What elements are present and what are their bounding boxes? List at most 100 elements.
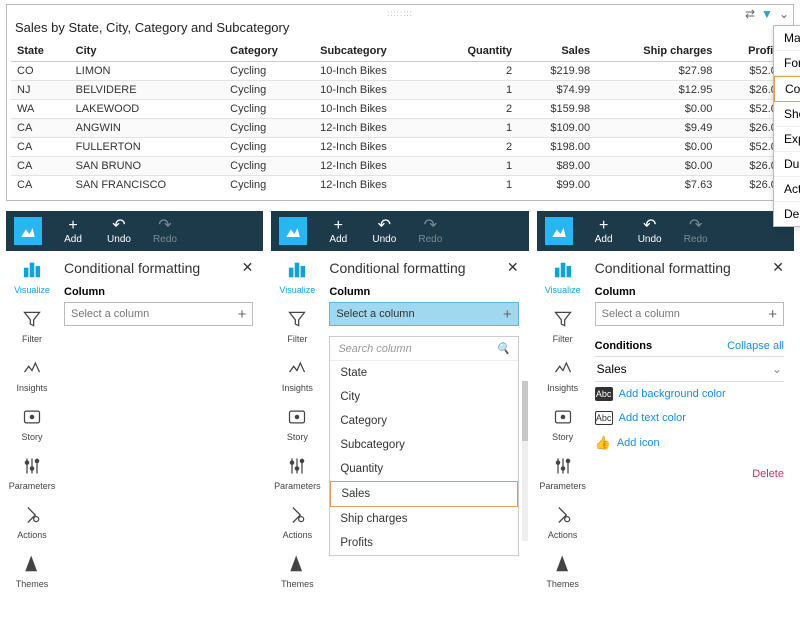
context-menu-item[interactable]: Export to CSV xyxy=(774,127,800,152)
search-input[interactable]: Search column🔍 xyxy=(330,337,517,361)
dropdown-option[interactable]: Ship charges xyxy=(330,507,517,531)
sidebar-item-parameters[interactable]: Parameters xyxy=(6,453,58,494)
add-button[interactable]: +Add xyxy=(581,211,627,251)
app-toolbar: +Add ↶Undo ↷Redo xyxy=(6,211,263,251)
context-menu-item[interactable]: Duplicate visual xyxy=(774,152,800,177)
app-toolbar: +Add ↶Undo ↷Redo xyxy=(271,211,528,251)
app-logo[interactable] xyxy=(14,217,42,245)
add-background-color[interactable]: AbcAdd background color xyxy=(595,382,784,406)
parameters-icon xyxy=(22,456,42,479)
sidebar-item-insights[interactable]: Insights xyxy=(6,355,58,396)
filter-icon[interactable]: ▼ xyxy=(761,7,773,21)
sidebar-item-filter[interactable]: Filter xyxy=(6,306,58,347)
add-button[interactable]: +Add xyxy=(315,211,361,251)
sidebar-item-themes[interactable]: Themes xyxy=(6,551,58,592)
collapse-all-link[interactable]: Collapse all xyxy=(727,340,784,352)
context-menu-item[interactable]: Show totals xyxy=(774,102,800,127)
scrollbar[interactable] xyxy=(522,381,528,541)
story-icon xyxy=(22,407,42,430)
sidebar-item-story[interactable]: Story xyxy=(537,404,589,445)
panel-main: Conditional formatting✕ Column Select a … xyxy=(323,251,528,592)
add-button[interactable]: +Add xyxy=(50,211,96,251)
sidebar-item-actions[interactable]: Actions xyxy=(537,502,589,543)
table-row[interactable]: COLIMONCycling10-Inch Bikes2$219.98$27.9… xyxy=(11,62,789,81)
more-menu-icon[interactable]: ⌄ xyxy=(779,7,789,21)
context-menu-item[interactable]: Conditional formatting xyxy=(774,76,800,102)
column-header[interactable]: Quantity xyxy=(433,41,518,62)
app-logo[interactable] xyxy=(545,217,573,245)
insights-icon xyxy=(287,358,307,381)
plus-icon: + xyxy=(334,218,343,234)
close-icon[interactable]: ✕ xyxy=(772,259,784,276)
redo-button[interactable]: ↷Redo xyxy=(407,211,453,251)
undo-button[interactable]: ↶Undo xyxy=(361,211,407,251)
sidebar-item-visualize[interactable]: Visualize xyxy=(271,257,323,298)
column-select[interactable]: Select a column+ xyxy=(595,302,784,326)
table-row[interactable]: CASAN BRUNOCycling12-Inch Bikes1$89.00$0… xyxy=(11,157,789,176)
sidebar-item-filter[interactable]: Filter xyxy=(537,306,589,347)
dropdown-option[interactable]: Profits xyxy=(330,531,517,555)
dropdown-option[interactable]: City xyxy=(330,385,517,409)
column-header[interactable]: Sales xyxy=(518,41,596,62)
column-header[interactable]: City xyxy=(70,41,224,62)
context-menu-item[interactable]: Format visual xyxy=(774,51,800,76)
sidebar-item-themes[interactable]: Themes xyxy=(271,551,323,592)
undo-button[interactable]: ↶Undo xyxy=(96,211,142,251)
undo-button[interactable]: ↶Undo xyxy=(627,211,673,251)
sidebar-item-parameters[interactable]: Parameters xyxy=(271,453,323,494)
close-icon[interactable]: ✕ xyxy=(507,259,519,276)
table-row[interactable]: CASAN FRANCISCOCycling12-Inch Bikes1$99.… xyxy=(11,176,789,195)
dropdown-option[interactable]: Category xyxy=(330,409,517,433)
cf-panel: +Add ↶Undo ↷Redo Visualize Filter Insigh… xyxy=(271,211,528,592)
app-logo[interactable] xyxy=(279,217,307,245)
column-select[interactable]: Select a column+ xyxy=(329,302,518,326)
parameters-icon xyxy=(553,456,573,479)
table-row[interactable]: CAANGWINCycling12-Inch Bikes1$109.00$9.4… xyxy=(11,119,789,138)
swap-icon[interactable]: ⇄ xyxy=(745,7,755,21)
conditions-label: Conditions xyxy=(595,340,652,352)
context-menu-item[interactable]: Maximize xyxy=(774,26,800,51)
sidebar-item-actions[interactable]: Actions xyxy=(6,502,58,543)
panel-main: Conditional formatting✕ Column Select a … xyxy=(589,251,794,592)
sidebar-item-insights[interactable]: Insights xyxy=(537,355,589,396)
sidebar-item-parameters[interactable]: Parameters xyxy=(537,453,589,494)
sidebar-item-story[interactable]: Story xyxy=(271,404,323,445)
dropdown-option[interactable]: State xyxy=(330,361,517,385)
sidebar-item-actions[interactable]: Actions xyxy=(271,502,323,543)
table-row[interactable]: CAFULLERTONCycling12-Inch Bikes2$198.00$… xyxy=(11,138,789,157)
panel-main: Conditional formatting✕ Column Select a … xyxy=(58,251,263,592)
column-header[interactable]: Category xyxy=(224,41,314,62)
chevron-down-icon: ⌄ xyxy=(772,362,782,376)
add-text-color[interactable]: AbcAdd text color xyxy=(595,406,784,430)
table-row[interactable]: WALAKEWOODCycling10-Inch Bikes2$159.98$0… xyxy=(11,100,789,119)
redo-button[interactable]: ↷Redo xyxy=(673,211,719,251)
context-menu-item[interactable]: Delete xyxy=(774,202,800,226)
dropdown-option[interactable]: Quantity xyxy=(330,457,517,481)
sidebar-item-visualize[interactable]: Visualize xyxy=(537,257,589,298)
context-menu-item[interactable]: Actions xyxy=(774,177,800,202)
sidebar-item-story[interactable]: Story xyxy=(6,404,58,445)
dropdown-option[interactable]: Sales xyxy=(330,481,517,507)
column-select[interactable]: Select a column+ xyxy=(64,302,253,326)
sidebar: Visualize Filter Insights Story Paramete… xyxy=(537,251,589,592)
close-icon[interactable]: ✕ xyxy=(242,259,254,276)
sidebar-item-filter[interactable]: Filter xyxy=(271,306,323,347)
sidebar-item-visualize[interactable]: Visualize xyxy=(6,257,58,298)
sidebar-item-insights[interactable]: Insights xyxy=(271,355,323,396)
column-header[interactable]: Subcategory xyxy=(314,41,433,62)
panel-title: Conditional formatting xyxy=(329,260,465,276)
column-header[interactable]: State xyxy=(11,41,70,62)
delete-condition[interactable]: Delete xyxy=(595,468,784,480)
app-toolbar: +Add ↶Undo ↷Redo xyxy=(537,211,794,251)
condition-field[interactable]: Sales⌄ xyxy=(595,356,784,382)
dropdown-option[interactable]: Subcategory xyxy=(330,433,517,457)
column-header[interactable]: Ship charges xyxy=(596,41,718,62)
plus-icon: + xyxy=(68,218,77,234)
table-row[interactable]: NJBELVIDERECycling10-Inch Bikes1$74.99$1… xyxy=(11,81,789,100)
redo-button[interactable]: ↷Redo xyxy=(142,211,188,251)
sidebar-item-themes[interactable]: Themes xyxy=(537,551,589,592)
add-icon[interactable]: 👍Add icon xyxy=(595,430,784,456)
undo-icon: ↶ xyxy=(643,218,656,234)
drag-handle[interactable]: :::::::: xyxy=(11,9,789,18)
story-icon xyxy=(287,407,307,430)
